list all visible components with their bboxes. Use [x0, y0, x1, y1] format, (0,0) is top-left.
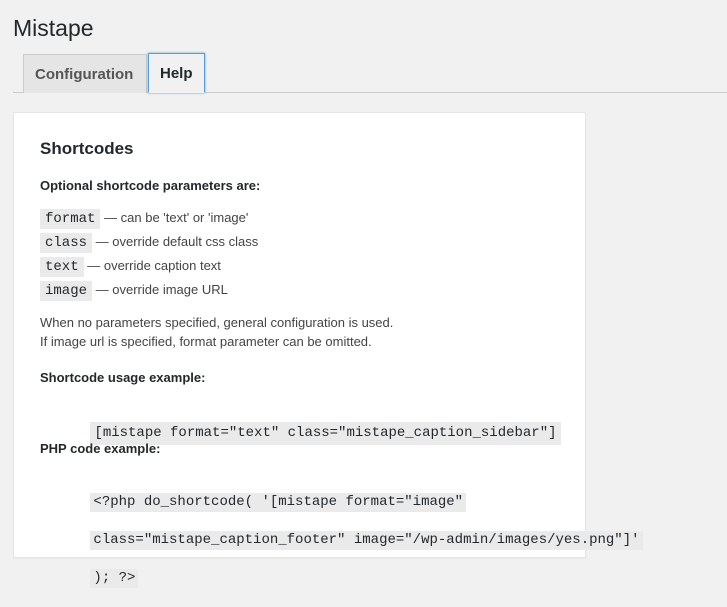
param-name: format: [40, 209, 101, 229]
note-text: When no parameters specified, general co…: [40, 313, 393, 351]
params-intro: Optional shortcode parameters are:: [40, 178, 261, 193]
param-desc: — override default css class: [95, 234, 259, 249]
param-row-class: class — override default css class: [40, 233, 259, 253]
note-line-1: When no parameters specified, general co…: [40, 315, 394, 330]
help-panel: Shortcodes Optional shortcode parameters…: [13, 112, 643, 588]
param-desc: — can be 'text' or 'image': [104, 210, 249, 225]
param-row-format: format — can be 'text' or 'image': [40, 209, 249, 229]
shortcodes-heading: Shortcodes: [40, 139, 134, 158]
php-code-line-3: ); ?>: [90, 569, 139, 588]
php-code-line-1: <?php do_shortcode( '[mistape format="im…: [90, 493, 467, 512]
param-name: class: [40, 233, 93, 253]
usage-heading: Shortcode usage example:: [40, 370, 206, 385]
usage-code: [mistape format="text" class="mistape_ca…: [90, 422, 561, 445]
tab-configuration[interactable]: Configuration: [23, 54, 147, 93]
php-code-line-2: class="mistape_caption_footer" image="/w…: [90, 531, 643, 550]
param-row-image: image — override image URL: [40, 281, 228, 301]
page-title: Mistape: [13, 15, 94, 41]
php-heading: PHP code example:: [40, 441, 161, 456]
note-line-2: If image url is specified, format parame…: [40, 334, 372, 349]
php-code-block: <?php do_shortcode( '[mistape format="im…: [40, 474, 643, 607]
nav-tab-wrapper: Configuration Help: [13, 53, 727, 93]
param-name: text: [40, 257, 84, 277]
param-desc: — override image URL: [95, 282, 228, 297]
param-name: image: [40, 281, 93, 301]
param-desc: — override caption text: [87, 258, 221, 273]
tab-help[interactable]: Help: [148, 53, 205, 93]
param-row-text: text — override caption text: [40, 257, 221, 277]
